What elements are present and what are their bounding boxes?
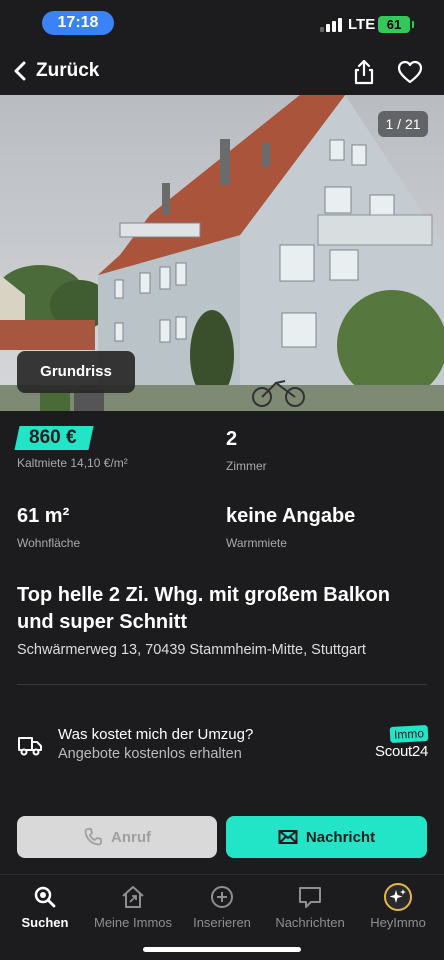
call-button[interactable]: Anruf [17, 816, 217, 858]
moving-cost-promo[interactable]: Was kostet mich der Umzug? Angebote kost… [17, 724, 429, 768]
warm-rent-fact: keine Angabe Warmmiete [226, 505, 355, 550]
tab-label: Suchen [21, 915, 69, 930]
back-label: Zurück [36, 60, 100, 81]
rooms-label: Zimmer [226, 459, 267, 473]
back-button[interactable]: Zurück [12, 56, 99, 86]
tab-inserieren[interactable]: Inserieren [178, 883, 266, 930]
price-value: 860 € [29, 427, 77, 448]
divider [17, 684, 427, 685]
tab-label: HeyImmo [370, 915, 426, 930]
tab-nachrichten[interactable]: Nachrichten [266, 883, 354, 930]
area-fact: 61 m² Wohnfläche [17, 505, 80, 550]
listing-address[interactable]: Schwärmerweg 13, 70439 Stammheim-Mitte, … [17, 642, 437, 658]
listing-photo[interactable]: 1 / 21 Grundriss [0, 95, 444, 411]
search-icon [34, 886, 56, 908]
area-label: Wohnfläche [17, 536, 81, 550]
tab-heyimmo[interactable]: HeyImmo [354, 883, 442, 930]
chevron-left-icon [14, 61, 26, 81]
promo-subtitle: Angebote kostenlos erhalten [58, 746, 242, 762]
logo-immo: Immo [389, 725, 429, 743]
immoscout-logo: Immo Scout24 [372, 725, 429, 766]
tab-label: Nachrichten [275, 915, 345, 930]
house-icon [122, 886, 144, 908]
tab-label: Inserieren [193, 915, 251, 930]
photo-counter: 1 / 21 [378, 111, 428, 137]
home-indicator [143, 947, 301, 952]
chat-bubble-icon [299, 887, 321, 908]
status-bar: 17:18 LTE 61 [0, 0, 444, 48]
heart-icon[interactable] [396, 58, 424, 86]
network-type: LTE [348, 16, 376, 33]
signal-icon [320, 18, 342, 32]
rooms-value: 2 [226, 428, 238, 450]
message-button[interactable]: Nachricht [226, 816, 427, 858]
call-label: Anruf [111, 828, 151, 846]
promo-question: Was kostet mich der Umzug? [58, 726, 254, 743]
tab-suchen[interactable]: Suchen [1, 883, 89, 930]
rooms-fact: 2 Zimmer [226, 428, 267, 473]
area-value: 61 m² [17, 505, 70, 527]
share-icon[interactable] [350, 58, 378, 86]
nav-header: Zurück [0, 48, 444, 94]
price-label: Kaltmiete 14,10 €/m² [17, 456, 128, 470]
phone-icon [84, 828, 102, 846]
price-tag: 860 € [14, 426, 94, 450]
status-time: 17:18 [42, 11, 114, 35]
battery-icon: 61 [378, 16, 414, 33]
message-label: Nachricht [305, 828, 376, 846]
logo-scout: Scout24 [375, 743, 428, 760]
listing-title: Top helle 2 Zi. Whg. mit großem Balkon u… [17, 584, 390, 633]
truck-icon [18, 737, 42, 756]
sparkle-icon [384, 883, 412, 911]
plus-circle-icon [211, 886, 233, 908]
envelope-icon [278, 830, 298, 844]
warm-rent-value: keine Angabe [226, 505, 356, 527]
price-fact: 860 € Kaltmiete 14,10 €/m² [14, 426, 128, 470]
floorplan-button[interactable]: Grundriss [17, 351, 135, 393]
tab-label: Meine Immos [93, 915, 173, 930]
warm-rent-label: Warmmiete [226, 536, 287, 550]
tab-meine-immos[interactable]: Meine Immos [89, 883, 177, 930]
